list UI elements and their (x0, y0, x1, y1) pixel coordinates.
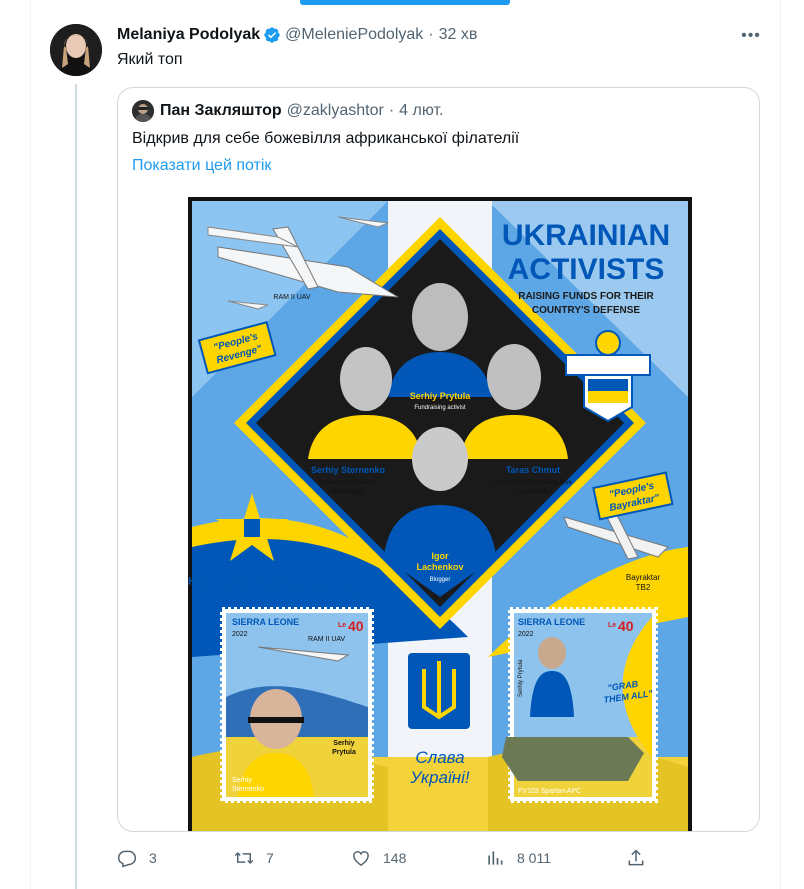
stamp-slava-2: Україні! (409, 768, 470, 787)
like-button[interactable]: 148 (351, 848, 406, 868)
stamp-p3-role-2: foundation (519, 489, 547, 495)
stamp-p4-name-2: Lachenkov (416, 562, 463, 572)
author-name[interactable]: Melaniya Podolyak (117, 26, 260, 44)
mini1-name-2: Sternenko (232, 786, 264, 793)
share-icon (628, 849, 644, 866)
stamp-title-1: UKRAINIAN (502, 219, 670, 252)
quoted-author-name: Пан Закляштор (160, 102, 282, 119)
column-border-right (780, 0, 781, 889)
mini2-country: SIERRA LEONE (518, 617, 585, 627)
mini1-prytula-1: Serhiy (333, 740, 355, 747)
column-border-left (30, 0, 31, 889)
stamp-p1-role: Fundraising activist (414, 405, 466, 411)
stamp-p2-role-2: videoblogger (331, 489, 365, 495)
author-handle[interactable]: @MeleniePodolyak (285, 26, 423, 44)
tweet-actions: 3 7 148 8 011 (117, 848, 777, 872)
stamp-subtitle-1: RAISING FUNDS FOR THEIR (518, 291, 654, 302)
stamp-slava-1: Слава (415, 748, 464, 767)
tweet-header: Melaniya Podolyak @MeleniePodolyak · 32 … (117, 24, 477, 46)
stamp-bayraktar-2: TB2 (636, 583, 651, 592)
heart-icon (353, 851, 369, 866)
reply-button[interactable]: 3 (117, 848, 157, 868)
mini2-year: 2022 (518, 631, 534, 638)
quoted-author-handle: @zaklyashtor (286, 102, 384, 119)
stamp-p3-name: Taras Chmut (506, 465, 560, 475)
stamp-p2-role-1: Social activist, lawyer, (319, 480, 378, 486)
retweet-count: 7 (266, 850, 274, 866)
quoted-avatar (132, 100, 154, 122)
reply-icon (117, 850, 137, 868)
views-button[interactable]: 8 011 (485, 848, 551, 868)
verified-badge-icon (264, 27, 280, 43)
mini1-name-1: Serhiy (232, 777, 252, 784)
trident-emblem (408, 653, 470, 729)
more-options-icon[interactable]: ••• (738, 26, 764, 46)
stamp-uav-label: RAM II UAV (273, 294, 311, 301)
thread-connector-line (75, 84, 77, 889)
stamp-title-2: ACTIVISTS (508, 253, 665, 286)
retweet-icon (234, 851, 254, 865)
quoted-timestamp: 4 лют. (399, 102, 444, 119)
mini1-prytula-2: Prytula (332, 749, 356, 756)
retweet-button[interactable]: 7 (234, 848, 274, 868)
show-thread-link[interactable]: Показати цей потік (132, 157, 271, 175)
tweet-text: Який топ (117, 51, 183, 68)
stamp-p4-role: Blogger (430, 577, 451, 583)
reply-count: 3 (149, 850, 157, 866)
views-icon (488, 851, 503, 865)
stamp-p1-name: Serhiy Prytula (410, 391, 472, 401)
stamp-p4-name-1: Igor (432, 551, 449, 561)
share-button[interactable] (626, 848, 658, 868)
tweet-timestamp[interactable]: 32 хв (439, 26, 478, 44)
mini2-value: 40 (618, 618, 634, 634)
quoted-tweet-header: Пан Закляштор @zaklyashtor · 4 лют. (132, 100, 443, 122)
mini2-currency: Le (608, 622, 616, 629)
mini1-year: 2022 (232, 631, 248, 638)
stamp-bayraktar-1: Bayraktar (626, 573, 661, 582)
mini1-currency: Le (338, 622, 346, 629)
quoted-tweet-text: Відкрив для себе божевілля африканської … (132, 130, 520, 147)
avatar[interactable] (50, 24, 102, 76)
stamp-subtitle-2: COUNTRY'S DEFENSE (532, 305, 640, 316)
stamp-image[interactable]: Serhiy Prytula Fundraising activist Serh… (188, 197, 692, 831)
mini2-vertical: Serhiy Prytula (518, 659, 524, 697)
like-count: 148 (383, 850, 407, 866)
mini1-uav: RAM II UAV (308, 636, 346, 643)
views-count: 8 011 (517, 850, 551, 866)
separator-dot: · (428, 26, 434, 43)
stamp-p3-role-1: Head of the Come Back Alive (494, 480, 573, 486)
mini2-apc: FV103 Spartan APC (518, 788, 581, 795)
mini1-value: 40 (348, 618, 364, 634)
top-progress-bar (300, 0, 510, 5)
quoted-tweet-card[interactable]: Пан Закляштор @zaklyashtor · 4 лют. Відк… (117, 87, 760, 832)
mini1-country: SIERRA LEONE (232, 617, 299, 627)
stamp-p2-name: Serhiy Sternenko (311, 465, 386, 475)
quoted-separator-dot: · (388, 102, 395, 119)
